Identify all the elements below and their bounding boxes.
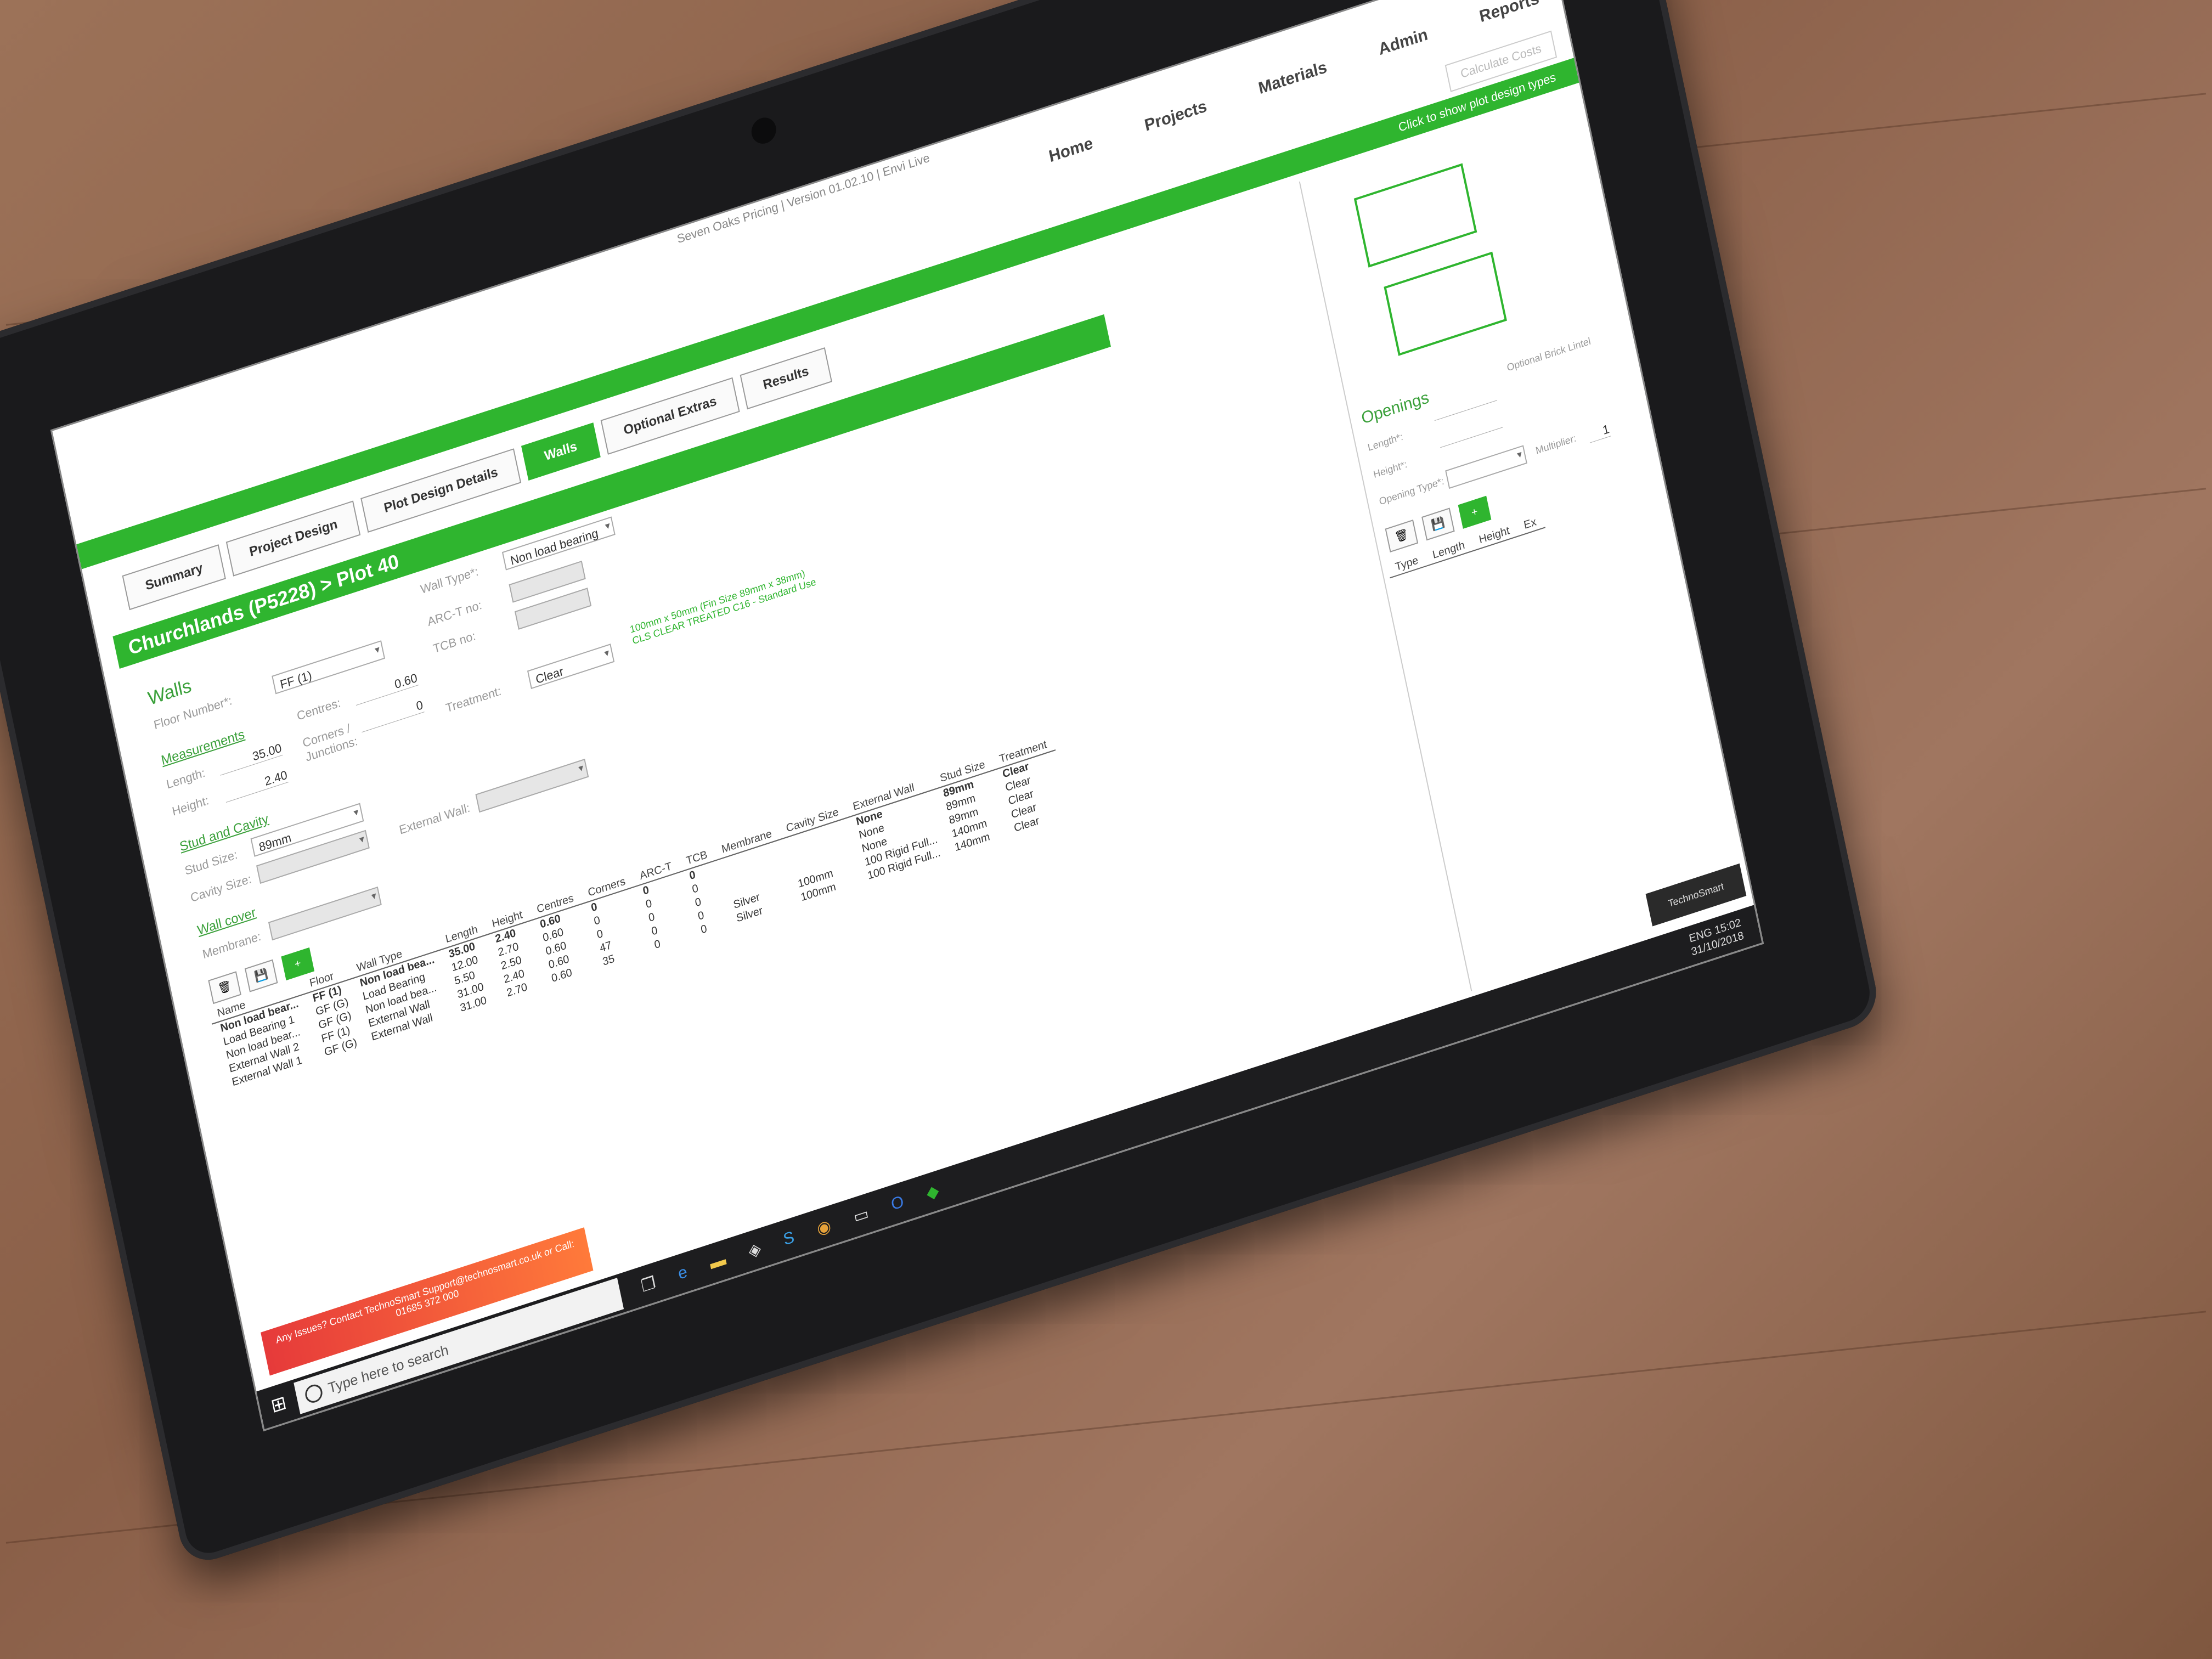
nav-admin[interactable]: Admin [1377, 25, 1430, 59]
store-icon[interactable]: ◈ [747, 1238, 763, 1261]
chevron-down-icon: ▾ [370, 889, 377, 902]
length-label: Length: [165, 765, 206, 792]
treatment-select[interactable]: Clear ▾ [527, 644, 615, 690]
chevron-down-icon: ▾ [358, 833, 366, 845]
table-row[interactable]: Non load bear... FF (1) Non load bea... 35.… [212, 750, 1059, 1038]
opening-height-label: Height*: [1372, 458, 1408, 481]
opening-type-label: Opening Type*: [1378, 475, 1445, 507]
opening-length-label: Length*: [1367, 431, 1404, 454]
tablet-device: Seven Oaks Pricing | Version 01.02.10 | … [0, 0, 1882, 1568]
floor-plan-thumbnail[interactable] [1353, 163, 1477, 268]
right-panel: Openings Optional Brick Lintel Length*: … [1299, 97, 1733, 991]
stud-size-label: Stud Size: [183, 847, 239, 878]
stud-description-note: 100mm x 50mm (Fin Size 89mm x 38mm) CLS … [629, 567, 817, 647]
opening-height-input[interactable] [1440, 427, 1503, 448]
task-view-icon[interactable]: ❐ [639, 1273, 657, 1296]
nav-home[interactable]: Home [1047, 134, 1094, 166]
chevron-down-icon: ▾ [352, 806, 360, 819]
walls-table-header: Name Floor Wall Type Length Height Centr… [208, 735, 1056, 1024]
chevron-down-icon: ▾ [603, 646, 611, 659]
taskbar-icons: ❐ e ▬ ◈ S ◉ ▭ O ◆ [639, 1181, 941, 1296]
floor-plan-thumbnail[interactable] [1384, 251, 1507, 356]
wall-type-label: Wall Type*: [419, 564, 480, 597]
windows-start-icon[interactable]: ⊞ [258, 1388, 300, 1421]
opening-type-select[interactable]: ▾ [1445, 445, 1527, 489]
col-height[interactable]: Height [1470, 521, 1519, 551]
save-opening-icon[interactable]: 💾 [1421, 507, 1455, 541]
corners-input[interactable]: 0 [358, 697, 425, 733]
corners-label: Corners / Junctions: [301, 721, 359, 764]
delete-icon[interactable]: 🗑 [208, 971, 241, 1005]
delete-opening-icon[interactable]: 🗑 [1385, 520, 1419, 553]
external-wall-label: External Wall: [398, 800, 471, 837]
app-icon[interactable]: ◆ [924, 1181, 940, 1204]
chevron-down-icon: ▾ [604, 520, 611, 532]
walls-heading: Walls [146, 675, 194, 710]
cortana-icon [303, 1382, 324, 1405]
membrane-select[interactable]: ▾ [268, 886, 382, 941]
multiplier-input[interactable]: 1 [1587, 421, 1611, 443]
chevron-down-icon: ▾ [577, 761, 585, 775]
external-wall-select[interactable]: ▾ [475, 758, 589, 813]
treatment-value: Clear [534, 664, 565, 687]
openings-heading: Openings [1359, 388, 1431, 428]
centres-input[interactable]: 0.60 [353, 670, 419, 706]
nav-reports[interactable]: Reports [1478, 0, 1541, 26]
height-input[interactable]: 2.40 [223, 768, 289, 803]
floor-number-value: FF (1) [279, 668, 313, 692]
nav-projects[interactable]: Projects [1143, 97, 1209, 136]
save-icon[interactable]: 💾 [244, 959, 278, 992]
tab-summary[interactable]: Summary [122, 544, 227, 611]
optional-brick-lintel-checkbox[interactable]: Optional Brick Lintel [1506, 334, 1597, 374]
edge-icon[interactable]: e [676, 1262, 689, 1284]
file-explorer-icon[interactable]: ▬ [708, 1250, 728, 1274]
cavity-size-label: Cavity Size: [189, 871, 253, 905]
walls-table-body: Non load bear... FF (1) Non load bea... 35.… [212, 750, 1070, 1092]
height-label: Height: [171, 793, 210, 819]
remote-desktop-icon[interactable]: ▭ [851, 1204, 871, 1227]
system-tray[interactable]: ENG 15:02 31/10/2018 [1688, 916, 1745, 959]
add-icon[interactable]: + [281, 947, 315, 980]
col-type[interactable]: Type [1386, 550, 1427, 578]
centres-label: Centres: [295, 695, 342, 724]
chrome-icon[interactable]: ◉ [815, 1216, 833, 1239]
opening-length-input[interactable] [1434, 400, 1498, 421]
skype-icon[interactable]: S [782, 1228, 796, 1250]
table-row[interactable]: External Wall 2 FF (1) External Wall 31.00 2… [221, 791, 1067, 1079]
stud-size-value: 89mm [257, 830, 293, 855]
col-ex[interactable]: Ex [1515, 512, 1545, 537]
tcb-label: TCB no: [432, 628, 477, 656]
multiplier-label: Multiplier: [1534, 432, 1577, 456]
chevron-down-icon: ▾ [1516, 448, 1523, 461]
camera-icon [749, 114, 778, 147]
arc-t-label: ARC-T no: [426, 597, 483, 629]
treatment-label: Treatment: [444, 684, 503, 715]
add-opening-icon[interactable]: + [1458, 495, 1492, 529]
nav-materials[interactable]: Materials [1257, 58, 1329, 99]
col-length[interactable]: Length [1424, 535, 1474, 566]
app-window: Seven Oaks Pricing | Version 01.02.10 | … [50, 0, 1764, 1432]
tab-walls[interactable]: Walls [521, 422, 601, 481]
chevron-down-icon: ▾ [374, 643, 381, 656]
outlook-icon[interactable]: O [889, 1192, 906, 1215]
tab-results[interactable]: Results [740, 347, 832, 410]
